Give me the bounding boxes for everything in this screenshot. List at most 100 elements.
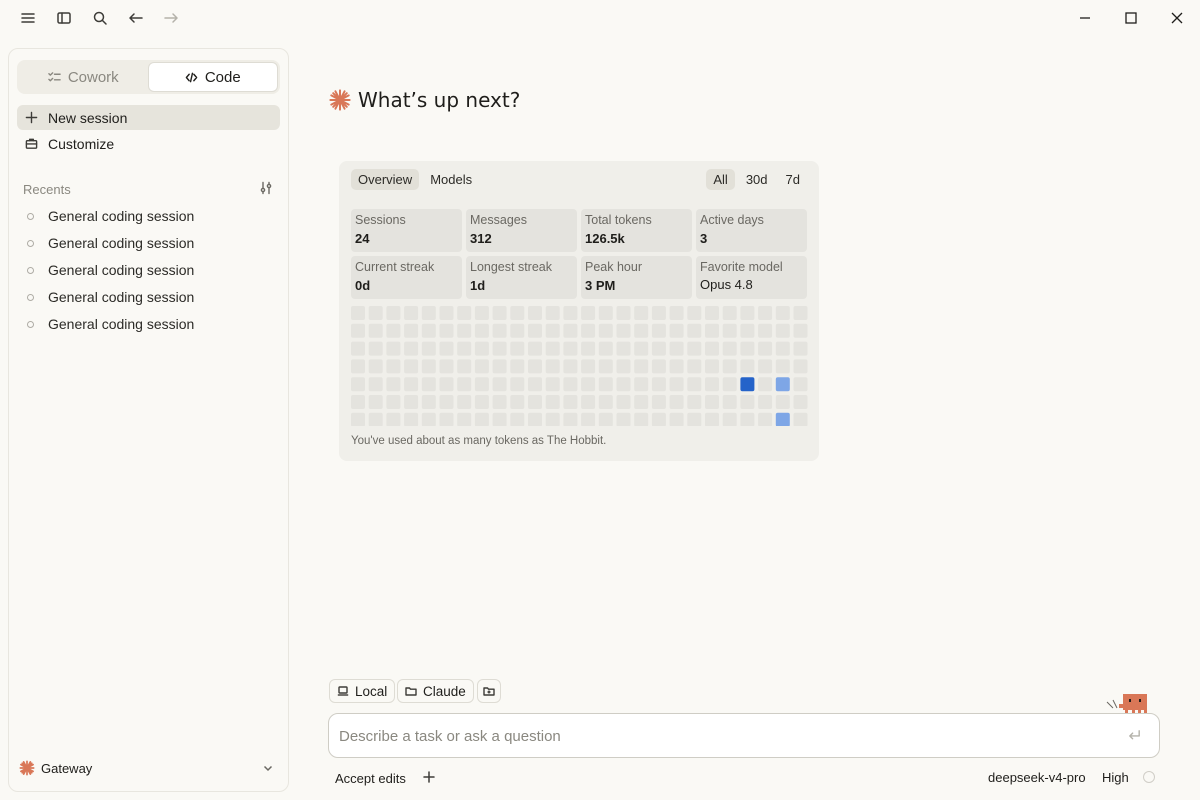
recent-session-item[interactable]: General coding session xyxy=(23,285,280,309)
recent-session-item[interactable]: General coding session xyxy=(23,312,280,336)
heatmap-cell xyxy=(368,359,383,374)
add-plus-icon[interactable] xyxy=(423,770,437,784)
tile-peak-hour: Peak hour 3 PM xyxy=(581,256,692,299)
search-icon[interactable] xyxy=(91,9,109,27)
recent-session-item[interactable]: General coding session xyxy=(23,231,280,255)
close-icon[interactable] xyxy=(1167,8,1187,28)
heatmap-cell xyxy=(492,377,507,392)
accept-edits-label: Accept edits xyxy=(335,770,406,786)
add-folder-button[interactable] xyxy=(477,679,501,703)
heatmap-cell xyxy=(474,359,489,374)
heatmap-cell xyxy=(705,359,719,374)
heatmap-cell xyxy=(740,359,755,374)
heatmap-cell xyxy=(404,377,419,392)
effort-selector[interactable]: High xyxy=(1102,770,1129,785)
new-session-button[interactable]: New session xyxy=(17,105,280,130)
heatmap-cell xyxy=(651,412,666,426)
mode-switch: Cowork Code xyxy=(17,60,280,94)
range-30d[interactable]: 30d xyxy=(739,169,775,190)
heatmap-cell xyxy=(705,377,719,392)
heatmap-cell xyxy=(563,395,578,409)
minimize-icon[interactable] xyxy=(1075,8,1095,28)
heatmap-cell xyxy=(492,412,507,426)
tab-overview[interactable]: Overview xyxy=(351,169,420,190)
heatmap-cell xyxy=(528,377,542,392)
heatmap-cell xyxy=(616,377,631,392)
tile-label: Sessions xyxy=(355,213,406,227)
accept-edits-button[interactable]: Accept edits xyxy=(335,769,406,787)
recent-session-item[interactable]: General coding session xyxy=(23,204,280,228)
recent-session-item[interactable]: General coding session xyxy=(23,258,280,282)
heatmap-cell xyxy=(421,341,436,356)
chevron-down-icon xyxy=(262,762,274,774)
heatmap-cell xyxy=(598,395,613,409)
back-arrow-icon[interactable] xyxy=(127,9,145,27)
heatmap-cell xyxy=(687,359,702,374)
prompt-input[interactable] xyxy=(339,724,1099,748)
tile-sessions: Sessions 24 xyxy=(351,209,462,252)
heatmap-cell xyxy=(510,377,525,392)
sidebar-toggle-icon[interactable] xyxy=(55,9,73,27)
range-all[interactable]: All xyxy=(706,169,735,190)
mode-cowork-button[interactable]: Cowork xyxy=(19,62,148,92)
folder-chip-claude[interactable]: Claude xyxy=(397,679,474,703)
heatmap-cell xyxy=(705,395,719,409)
forward-arrow-icon[interactable] xyxy=(162,9,180,27)
session-status-icon xyxy=(27,293,34,301)
heatmap-cell xyxy=(474,412,489,426)
heatmap-cell xyxy=(669,323,684,338)
session-status-icon xyxy=(27,212,34,220)
heatmap-cell xyxy=(474,341,489,356)
heatmap-cell xyxy=(510,323,525,338)
heatmap-cell xyxy=(421,323,436,338)
heatmap-cell xyxy=(545,323,560,338)
heatmap-cell xyxy=(793,341,808,356)
recent-session-label: General coding session xyxy=(48,235,195,251)
model-selector[interactable]: deepseek-v4-pro xyxy=(988,770,1086,785)
heatmap-cell xyxy=(651,306,666,320)
heatmap-cell xyxy=(634,341,649,356)
tile-value: 312 xyxy=(470,231,492,246)
range-7d[interactable]: 7d xyxy=(779,169,807,190)
heatmap-cell xyxy=(404,412,419,426)
heatmap-cell xyxy=(793,323,808,338)
heatmap-cell xyxy=(545,306,560,320)
environment-chip-local[interactable]: Local xyxy=(329,679,396,703)
tile-label: Messages xyxy=(470,213,527,227)
tab-models[interactable]: Models xyxy=(423,169,479,190)
heatmap-cell xyxy=(386,341,401,356)
heatmap-cell xyxy=(687,395,702,409)
enter-icon[interactable] xyxy=(1127,728,1143,744)
maximize-icon[interactable] xyxy=(1121,8,1141,28)
heatmap-cell xyxy=(758,412,773,426)
heatmap-cell xyxy=(351,395,365,409)
heatmap-cell xyxy=(740,323,755,338)
heatmap-cell xyxy=(775,306,790,320)
menu-icon[interactable] xyxy=(19,9,37,27)
filter-icon[interactable] xyxy=(259,181,275,197)
heatmap-cell xyxy=(740,341,755,356)
page-heading: What’s up next? xyxy=(329,88,520,112)
heatmap-cell xyxy=(528,395,542,409)
heatmap-cell xyxy=(492,306,507,320)
heatmap-cell xyxy=(775,359,790,374)
heatmap-cell xyxy=(474,306,489,320)
heatmap-cell xyxy=(368,377,383,392)
gateway-selector[interactable]: Gateway xyxy=(17,755,280,781)
mode-code-button[interactable]: Code xyxy=(147,62,278,92)
heatmap-cell xyxy=(793,359,808,374)
heatmap-cell xyxy=(758,359,773,374)
heatmap-cell xyxy=(581,306,596,320)
heatmap-cell xyxy=(439,377,454,392)
heatmap-cell xyxy=(722,359,737,374)
heatmap-cell xyxy=(439,395,454,409)
heatmap-cell xyxy=(563,306,578,320)
tile-value: Opus 4.8 xyxy=(700,277,753,292)
heatmap-cell xyxy=(404,359,419,374)
customize-label: Customize xyxy=(48,135,115,152)
customize-button[interactable]: Customize xyxy=(17,131,280,156)
heatmap-cell xyxy=(563,359,578,374)
chip-label: Claude xyxy=(423,683,466,699)
heatmap-cell xyxy=(616,359,631,374)
code-icon xyxy=(185,72,198,82)
